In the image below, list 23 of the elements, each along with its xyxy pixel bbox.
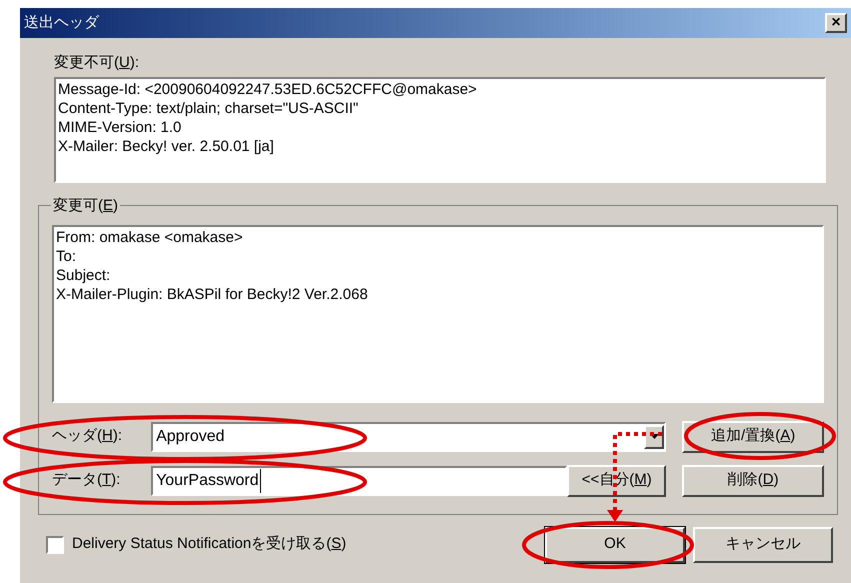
text-line: MIME-Version: 1.0: [58, 118, 182, 136]
ok-button[interactable]: OK: [545, 526, 685, 562]
window-title: 送出ヘッダ: [24, 12, 99, 33]
text-line: Content-Type: text/plain; charset="US-ASCII": [58, 98, 358, 118]
text-line: X-Mailer: Becky! ver. 2.50.01 [ja]: [58, 136, 274, 156]
field-label: ヘッダ(H):: [52, 426, 124, 446]
header-combo-box[interactable]: Approved: [151, 422, 666, 452]
field-label: 変更不可(U):: [54, 53, 140, 73]
cancel-button[interactable]: キャンセル: [693, 526, 833, 562]
text-line: X-Mailer-Plugin: BkASPil for Becky!2 Ver.2.068: [56, 284, 368, 304]
text-line: Subject:: [56, 266, 110, 284]
close-button[interactable]: ×: [825, 13, 847, 33]
text-line: Message-Id: <20090604092247.53ED.6C52CFFC@omakase>: [58, 80, 477, 98]
add-replace-button[interactable]: 追加/置換(A): [682, 420, 824, 452]
checkbox-label: Delivery Status Notificationを受け取る(S): [72, 534, 346, 554]
field-label: データ(T):: [52, 470, 122, 490]
delete-button[interactable]: 削除(D): [682, 464, 824, 496]
data-input-field[interactable]: YourPassword: [151, 466, 568, 496]
text-line: From: omakase <omakase>: [56, 228, 243, 246]
editable-text-area[interactable]: From: omakase <omakase> To: Subject: X-Mailer-Plugin: BkASPil for Becky!2 Ver.2.068: [52, 224, 824, 402]
text-line: To:: [56, 246, 76, 266]
readonly-text-area[interactable]: Message-Id: <20090604092247.53ED.6C52CFFC@omakase> Content-Type: text/plain; charset="US-ASCII" MIME-Version: 1.0 X-Mailer: Becky! ver. 2.50.01 [ja]: [54, 76, 826, 182]
checkbox[interactable]: [46, 536, 64, 554]
